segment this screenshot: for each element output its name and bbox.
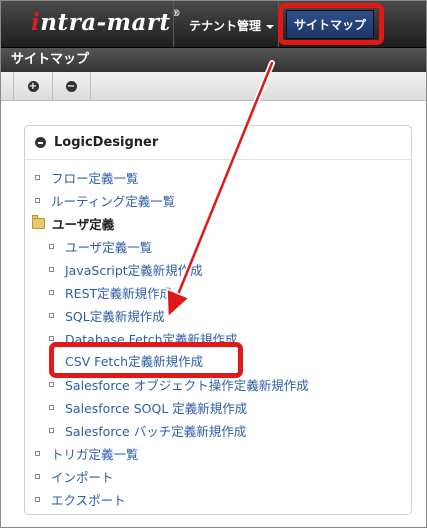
annotation-arrow-icon [166, 60, 275, 318]
